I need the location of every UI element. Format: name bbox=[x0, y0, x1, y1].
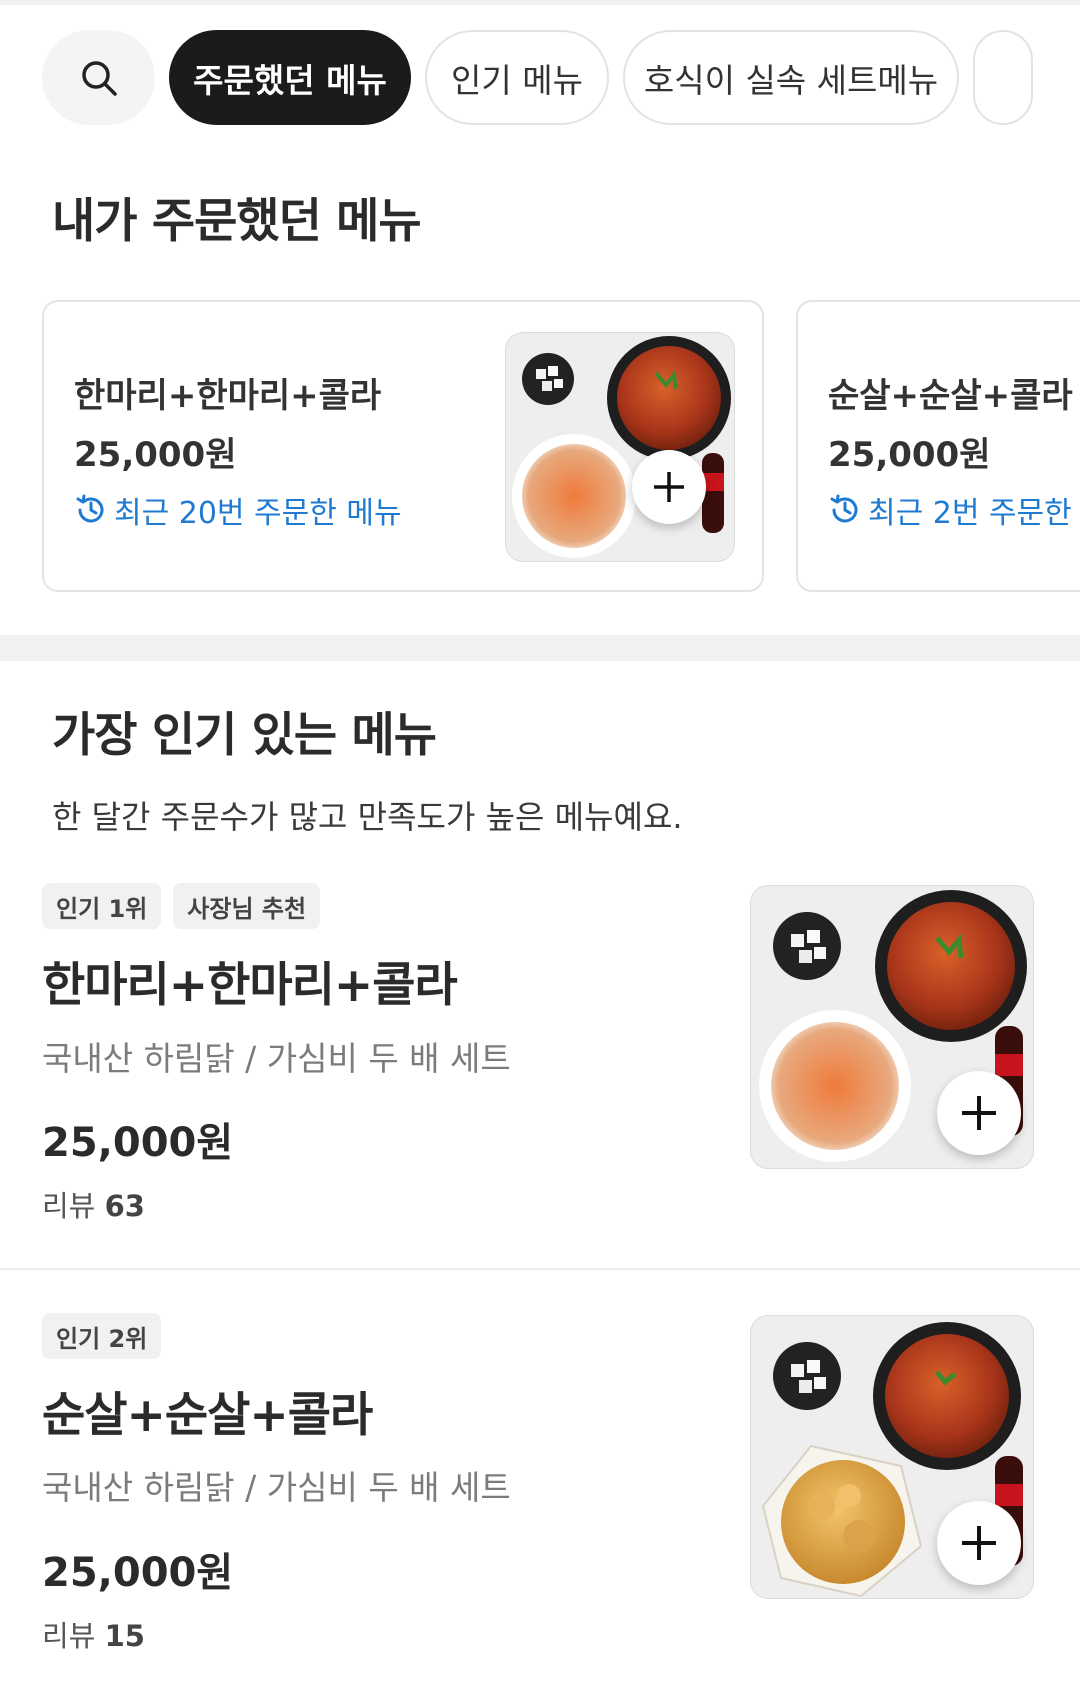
add-to-cart-button[interactable] bbox=[937, 1071, 1021, 1155]
menu-item-desc: 국내산 하림닭 / 가심비 두 배 세트 bbox=[42, 1468, 511, 1507]
popular-section-subtitle: 한 달간 주문수가 많고 만족도가 높은 메뉴예요. bbox=[52, 798, 683, 836]
recent-card-price: 25,000원 bbox=[828, 435, 991, 475]
rank-badge: 인기 1위 bbox=[42, 883, 162, 929]
recent-order-count: 최근 20번 주문한 메뉴 bbox=[74, 488, 402, 532]
chip-ordered-menu[interactable]: 주문했던 메뉴 bbox=[169, 30, 411, 125]
category-chip-bar: 주문했던 메뉴 인기 메뉴 호식이 실속 세트메뉴 bbox=[42, 30, 1080, 125]
menu-item-reviews: 리뷰 63 bbox=[42, 1183, 145, 1225]
recent-card-name: 순살+순살+콜라 bbox=[828, 376, 1073, 416]
add-to-cart-button[interactable] bbox=[937, 1501, 1021, 1585]
search-button[interactable] bbox=[42, 30, 155, 125]
chip-value-set-menu[interactable]: 호식이 실속 세트메뉴 bbox=[623, 30, 959, 125]
recent-card-name: 한마리+한마리+콜라 bbox=[74, 376, 382, 416]
chip-popular-menu[interactable]: 인기 메뉴 bbox=[425, 30, 609, 125]
rank-badge: 인기 2위 bbox=[42, 1313, 162, 1359]
review-count: 15 bbox=[104, 1619, 145, 1653]
top-divider bbox=[0, 0, 1080, 5]
chip-next-partial[interactable] bbox=[973, 30, 1033, 125]
add-to-cart-button[interactable] bbox=[632, 450, 706, 524]
menu-item-reviews: 리뷰 15 bbox=[42, 1613, 145, 1655]
recent-section-title: 내가 주문했던 메뉴 bbox=[52, 194, 422, 249]
owner-pick-badge: 사장님 추천 bbox=[173, 883, 321, 929]
menu-page: 주문했던 메뉴 인기 메뉴 호식이 실속 세트메뉴 내가 주문했던 메뉴 한마리… bbox=[0, 0, 1080, 1703]
recent-order-count-label: 최근 2번 주문한 메뉴 bbox=[868, 496, 1080, 531]
recent-card-price: 25,000원 bbox=[74, 435, 237, 475]
history-clock-icon bbox=[830, 494, 858, 523]
review-label: 리뷰 bbox=[42, 1189, 96, 1223]
recent-order-count-label: 최근 20번 주문한 메뉴 bbox=[114, 496, 402, 531]
plus-icon bbox=[962, 1096, 996, 1130]
search-icon bbox=[81, 60, 117, 96]
recent-order-card[interactable]: 한마리+한마리+콜라 25,000원 최근 20번 주문한 메뉴 bbox=[42, 300, 764, 592]
recent-order-card[interactable]: 순살+순살+콜라 25,000원 최근 2번 주문한 메뉴 bbox=[796, 300, 1080, 592]
section-divider bbox=[0, 635, 1080, 661]
item-badges: 인기 1위 사장님 추천 bbox=[42, 883, 321, 929]
menu-item-price: 25,000원 bbox=[42, 1120, 234, 1166]
item-divider bbox=[0, 1268, 1080, 1270]
item-badges: 인기 2위 bbox=[42, 1313, 162, 1359]
review-count: 63 bbox=[104, 1189, 145, 1223]
menu-item-desc: 국내산 하림닭 / 가심비 두 배 세트 bbox=[42, 1039, 511, 1078]
plus-icon bbox=[654, 472, 684, 502]
menu-item-name[interactable]: 한마리+한마리+콜라 bbox=[42, 946, 458, 1015]
plus-icon bbox=[962, 1526, 996, 1560]
history-clock-icon bbox=[76, 494, 104, 523]
review-label: 리뷰 bbox=[42, 1619, 96, 1653]
recent-order-count: 최근 2번 주문한 메뉴 bbox=[828, 488, 1080, 532]
popular-section-title: 가장 인기 있는 메뉴 bbox=[52, 708, 437, 763]
menu-photo bbox=[505, 332, 735, 562]
menu-item-name[interactable]: 순살+순살+콜라 bbox=[42, 1376, 373, 1445]
menu-item-price: 25,000원 bbox=[42, 1550, 234, 1596]
